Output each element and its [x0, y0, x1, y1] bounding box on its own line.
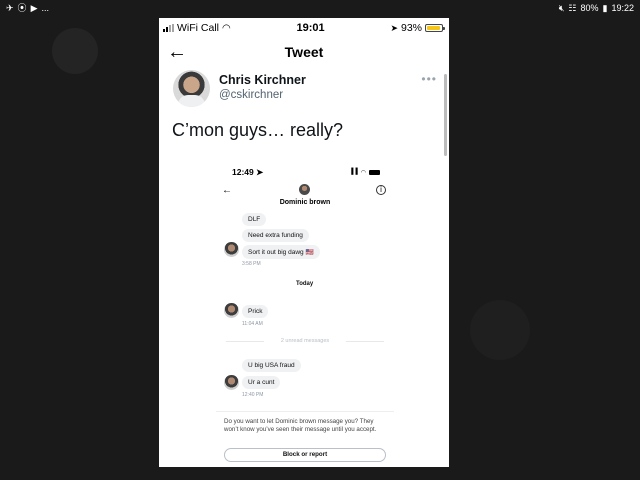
more-options-icon[interactable]: ••• [421, 72, 437, 86]
message-bubble: Prick [242, 305, 269, 318]
author-name[interactable]: Chris Kirchner [219, 73, 306, 87]
mute-icon: 🔇︎ [558, 2, 565, 13]
avatar [224, 303, 239, 318]
wifi-icon: ☷ [568, 2, 577, 13]
avatar [224, 242, 239, 257]
battery-percent: 93% [400, 22, 422, 34]
cast-icon: ⦿ [17, 2, 27, 13]
location-icon: ➤ [390, 22, 398, 33]
message-bubble: Ur a cunt [242, 376, 281, 389]
battery-icon [425, 24, 445, 32]
message-timestamp: 12:40 PM [242, 392, 264, 398]
tweet-media-image[interactable]: 12:49 ➤ ▐▐ ◠ ← Dominic brown i DLF Need … [216, 163, 394, 467]
signal-icon: ▐▐ [349, 169, 358, 175]
phone-screenshot: WiFi Call ◠ 19:01 ➤ 93% ← Tweet Chris Ki… [159, 18, 449, 467]
contact-name: Dominic brown [279, 199, 331, 206]
avatar [299, 184, 310, 195]
clock: 19:22 [611, 3, 634, 13]
message-timestamp: 3:58 PM [242, 261, 261, 267]
message-bubble: Need extra funding [242, 229, 309, 242]
dm-header: ← Dominic brown i [216, 181, 394, 211]
ios-status-bar: WiFi Call ◠ 19:01 ➤ 93% [159, 18, 449, 38]
ios-clock: 19:01 [296, 22, 325, 34]
message-timestamp: 11:04 AM [242, 321, 263, 327]
background-blur [52, 28, 98, 74]
carrier-label: WiFi Call [177, 22, 219, 34]
message-bubble: U big USA fraud [242, 359, 301, 372]
unread-divider: 2 unread messages [224, 338, 386, 344]
embedded-clock: 12:49 ➤ [232, 166, 264, 177]
tweet-author[interactable]: Chris Kirchner @cskirchner ••• [159, 70, 449, 107]
scrollbar[interactable] [444, 74, 447, 156]
message-request-text: Do you want to let Dominic brown message… [216, 411, 394, 435]
message-bubble: Sort it out big dawg 🇺🇸 [242, 245, 320, 259]
page-title: Tweet [284, 44, 324, 60]
signal-icon [163, 24, 174, 32]
day-divider: Today [296, 281, 314, 287]
avatar[interactable] [173, 70, 210, 107]
back-arrow-icon[interactable]: ← [167, 40, 187, 64]
author-handle[interactable]: @cskirchner [219, 89, 306, 101]
tweet-header: ← Tweet [159, 38, 449, 66]
battery-percent: 80% [580, 3, 599, 13]
background-blur [470, 300, 530, 360]
tweet-text: C’mon guys… really? [172, 120, 344, 140]
more-notifications-icon: ... [41, 2, 49, 13]
block-or-report-button: Block or report [224, 448, 386, 462]
back-arrow-icon: ← [222, 185, 232, 196]
android-status-bar: ✈ ⦿ ▶ ... 🔇︎ ☷ 80% ▮ 19:22 [0, 0, 640, 16]
notification-icon: ✈ [6, 2, 14, 13]
battery-icon: ▮ [602, 2, 608, 13]
battery-icon [369, 169, 380, 175]
info-icon: i [376, 185, 386, 195]
message-bubble: DLF [242, 213, 267, 226]
wifi-icon: ◠ [360, 169, 366, 176]
youtube-icon: ▶ [30, 2, 38, 13]
avatar [224, 375, 239, 390]
wifi-icon: ◠ [222, 22, 231, 34]
embedded-status-bar: 12:49 ➤ ▐▐ ◠ [216, 163, 394, 181]
